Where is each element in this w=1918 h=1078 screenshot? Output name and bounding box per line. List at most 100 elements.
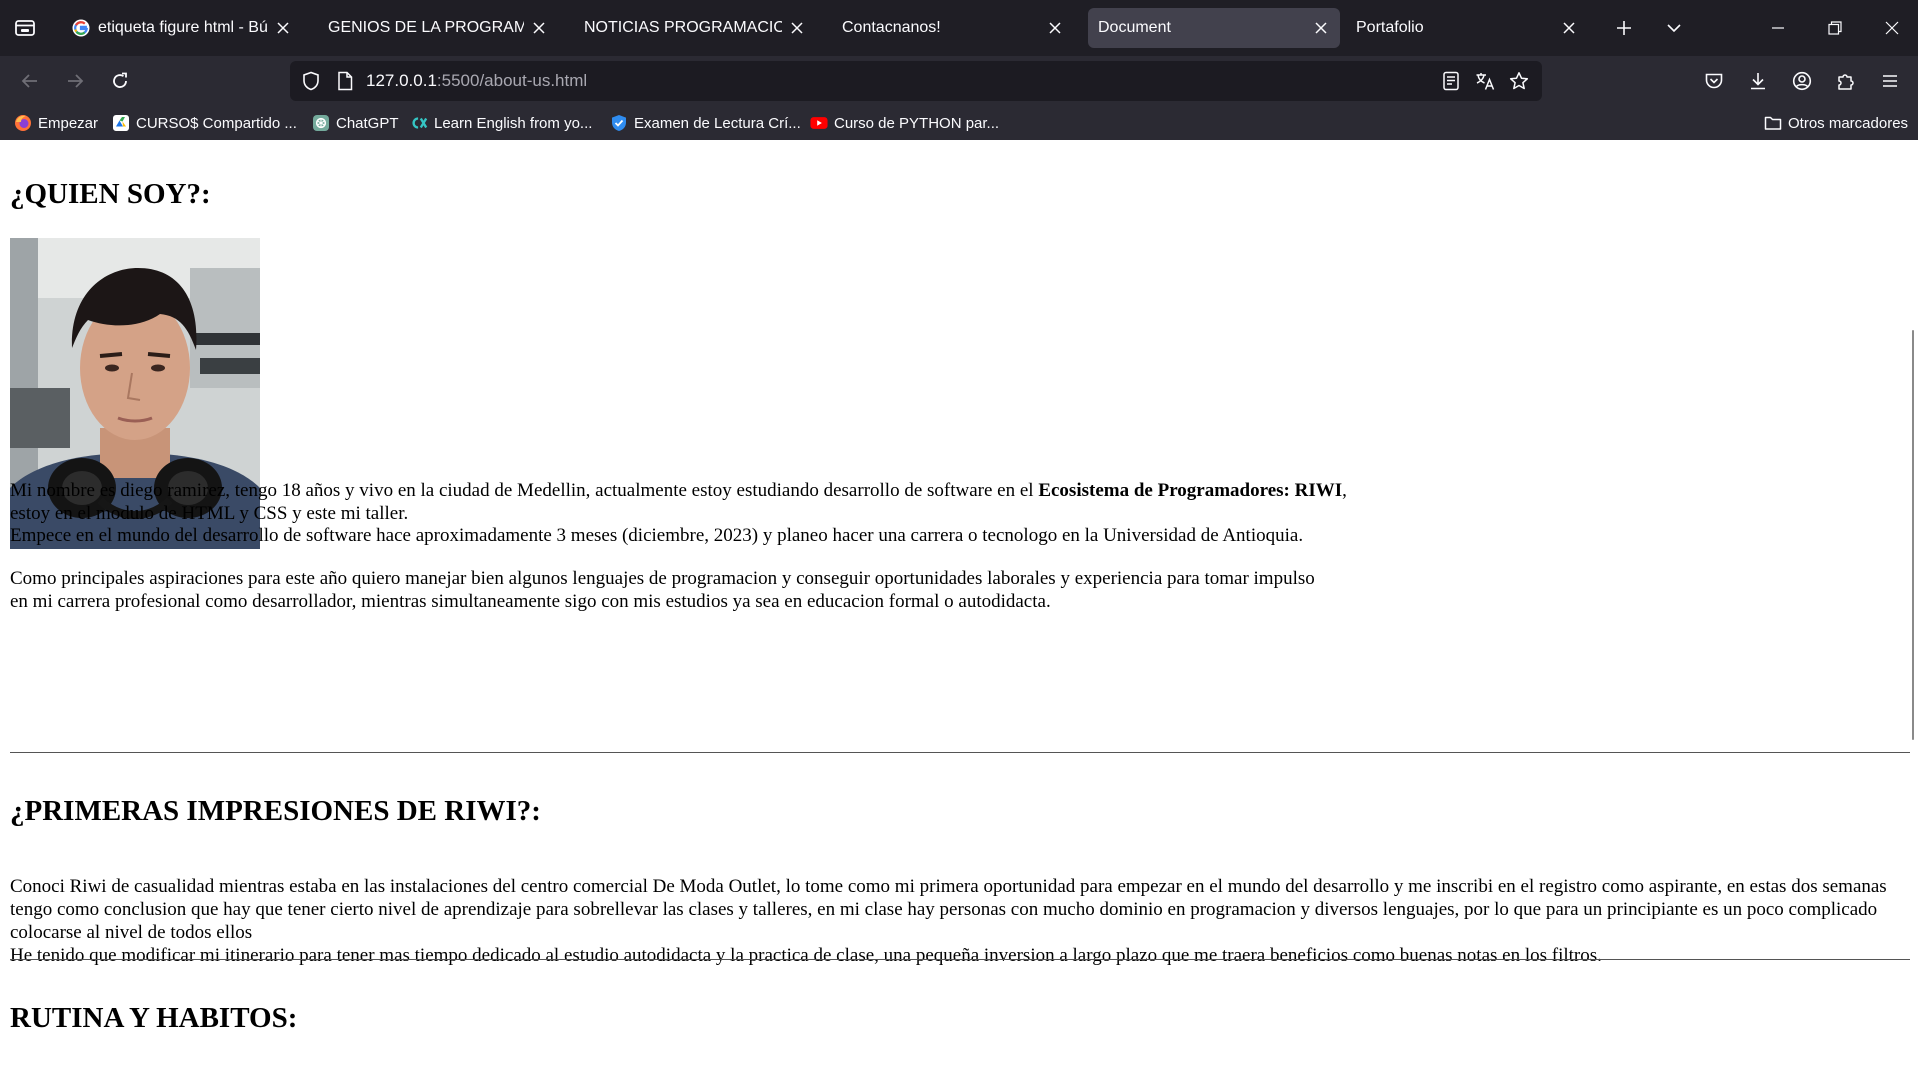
learn-english-icon xyxy=(410,114,428,132)
paragraph-conoci-riwi: Conoci Riwi de casualidad mientras estab… xyxy=(10,876,1887,943)
close-icon[interactable] xyxy=(274,19,292,37)
tab-genios[interactable]: GENIOS DE LA PROGRAMACION xyxy=(318,8,558,48)
back-arrow-icon xyxy=(21,74,37,88)
tab-title: GENIOS DE LA PROGRAMACION xyxy=(328,19,524,36)
riwi-bold-text: Ecosistema de Programadores: RIWI xyxy=(1038,480,1343,501)
browser-chrome: etiqueta figure html - Búsqueda de Googl… xyxy=(0,0,1918,140)
bookmark-label: CURSO$ Compartido ... xyxy=(136,114,297,132)
account-icon xyxy=(1792,71,1812,91)
tab-portafolio[interactable]: Portafolio xyxy=(1346,8,1588,48)
hamburger-icon xyxy=(1883,75,1897,87)
back-button[interactable] xyxy=(18,69,42,93)
url-path: :5500/about-us.html xyxy=(436,71,588,90)
extensions-button[interactable] xyxy=(1834,69,1858,93)
bookmark-learn-english[interactable]: Learn English from yo... xyxy=(410,113,592,133)
close-icon[interactable] xyxy=(1312,19,1330,37)
translate-button[interactable] xyxy=(1474,70,1496,92)
forward-button[interactable] xyxy=(63,69,87,93)
section-heading-quien-soy: ¿QUIEN SOY?: xyxy=(10,178,211,210)
bookmark-label: Empezar xyxy=(38,114,99,132)
bookmark-empezar[interactable]: Empezar xyxy=(14,113,98,133)
forward-arrow-icon xyxy=(68,74,84,88)
downloads-button[interactable] xyxy=(1746,69,1770,93)
paragraph-intro: Mi nombre es diego ramirez, tengo 18 año… xyxy=(10,479,1470,525)
url-text[interactable]: 127.0.0.1:5500/about-us.html xyxy=(366,71,587,91)
section-heading-rutina: RUTINA Y HABITOS: xyxy=(10,1002,298,1034)
star-icon xyxy=(1509,72,1529,90)
bookmark-examen-lectura[interactable]: Examen de Lectura Crí... xyxy=(610,113,801,133)
tab-list-icon xyxy=(15,20,35,36)
page-scrollbar[interactable] xyxy=(1912,330,1914,740)
minimize-button[interactable] xyxy=(1766,16,1790,40)
bookmark-label: Curso de PYTHON par... xyxy=(834,114,1000,132)
new-tab-button[interactable] xyxy=(1612,16,1636,40)
paragraph-experience: Empece en el mundo del desarrollo de sof… xyxy=(10,525,1304,546)
tab-title: Document xyxy=(1098,19,1171,36)
bookmark-chatgpt[interactable]: ChatGPT xyxy=(312,113,399,133)
account-button[interactable] xyxy=(1790,69,1814,93)
tab-title: Contacnanos! xyxy=(842,19,941,36)
close-icon[interactable] xyxy=(1046,19,1064,37)
url-host: 127.0.0.1 xyxy=(366,71,437,90)
intro-text-continued: estoy en el modulo de HTML y CSS y este … xyxy=(10,503,409,524)
navigation-toolbar: 127.0.0.1:5500/about-us.html xyxy=(0,56,1918,106)
other-bookmarks[interactable]: Otros marcadores xyxy=(1764,113,1908,133)
translate-icon xyxy=(1476,73,1495,90)
shield-icon[interactable] xyxy=(300,70,322,92)
firefox-view-button[interactable] xyxy=(12,16,38,40)
plus-icon xyxy=(1617,21,1631,35)
close-icon[interactable] xyxy=(1560,19,1578,37)
aspirations-line-1: Como principales aspiraciones para este … xyxy=(10,568,1315,589)
reload-icon xyxy=(113,72,127,88)
intro-text: Mi nombre es diego ramirez, tengo 18 año… xyxy=(10,480,1039,501)
close-icon[interactable] xyxy=(788,19,806,37)
tab-document[interactable]: Document xyxy=(1088,8,1340,48)
restore-button[interactable] xyxy=(1823,16,1847,40)
pocket-icon xyxy=(1705,73,1723,89)
bookmark-star-button[interactable] xyxy=(1508,70,1530,92)
minimize-icon xyxy=(1772,27,1784,29)
page-info-icon[interactable] xyxy=(334,70,356,92)
folder-icon xyxy=(1764,114,1782,132)
tab-contacnanos[interactable]: Contacnanos! xyxy=(832,8,1074,48)
section-heading-impresiones: ¿PRIMERAS IMPRESIONES DE RIWI?: xyxy=(10,795,541,827)
bookmark-label: Learn English from yo... xyxy=(434,114,593,132)
bookmark-cursos-compartido[interactable]: CURSO$ Compartido ... xyxy=(112,113,297,133)
google-icon xyxy=(72,19,90,37)
bookmark-label: Otros marcadores xyxy=(1788,114,1909,132)
restore-icon xyxy=(1828,21,1842,35)
aspirations-line-2: en mi carrera profesional como desarroll… xyxy=(10,591,1051,612)
pocket-button[interactable] xyxy=(1702,69,1726,93)
bookmark-curso-python[interactable]: Curso de PYTHON par... xyxy=(810,113,999,133)
tab-title: NOTICIAS PROGRAMACION xyxy=(584,19,782,36)
reader-view-icon xyxy=(1443,71,1459,91)
tab-title: etiqueta figure html - Búsqueda de Googl… xyxy=(98,19,268,36)
page-content: ¿QUIEN SOY?: Mi nombre es diego ramirez,… xyxy=(0,140,1918,1078)
address-bar[interactable]: 127.0.0.1:5500/about-us.html xyxy=(290,61,1542,101)
close-icon[interactable] xyxy=(530,19,548,37)
close-window-button[interactable] xyxy=(1880,16,1904,40)
download-icon xyxy=(1751,73,1765,90)
tab-bar: etiqueta figure html - Búsqueda de Googl… xyxy=(0,0,1918,56)
shield-check-icon xyxy=(610,114,628,132)
youtube-icon xyxy=(810,114,828,132)
divider xyxy=(10,959,1910,960)
close-icon xyxy=(1885,21,1899,35)
bookmark-label: Examen de Lectura Crí... xyxy=(634,114,801,132)
menu-button[interactable] xyxy=(1878,69,1902,93)
tab-google-search[interactable]: etiqueta figure html - Búsqueda de Googl… xyxy=(62,8,302,48)
intro-comma: , xyxy=(1342,480,1347,501)
paragraph-itinerario: He tenido que modificar mi itinerario pa… xyxy=(10,945,1602,966)
reader-view-button[interactable] xyxy=(1440,70,1462,92)
paragraph-aspirations: Como principales aspiraciones para este … xyxy=(10,567,1910,613)
list-all-tabs-button[interactable] xyxy=(1662,16,1686,40)
tab-title: Portafolio xyxy=(1356,19,1424,36)
bookmarks-toolbar: Empezar CURSO$ Compartido ... ChatGPT Le… xyxy=(0,106,1918,140)
firefox-icon xyxy=(14,114,32,132)
drive-icon xyxy=(112,114,130,132)
tab-noticias[interactable]: NOTICIAS PROGRAMACION xyxy=(574,8,816,48)
bookmark-label: ChatGPT xyxy=(336,114,399,132)
reload-button[interactable] xyxy=(108,69,132,93)
divider xyxy=(10,752,1910,753)
puzzle-icon xyxy=(1838,74,1854,90)
